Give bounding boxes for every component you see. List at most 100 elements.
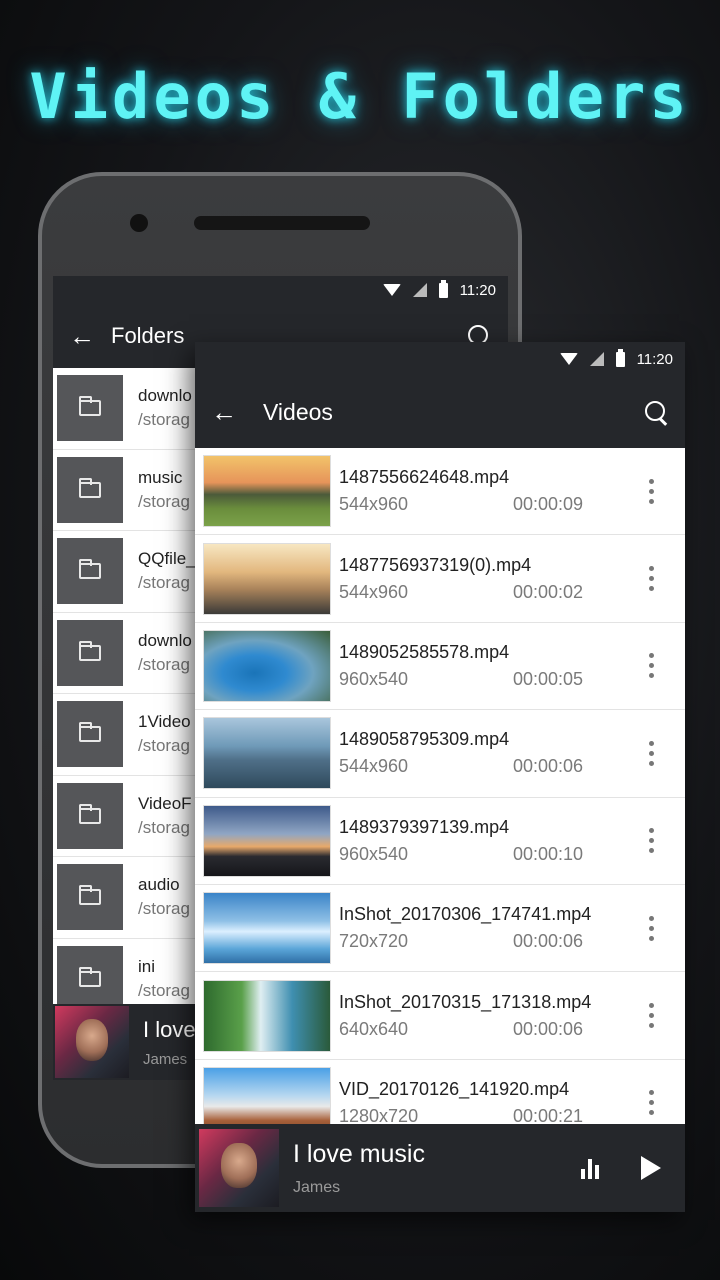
folder-icon bbox=[79, 396, 101, 417]
video-thumbnail bbox=[203, 542, 331, 615]
search-icon[interactable] bbox=[629, 392, 685, 432]
wifi-icon bbox=[382, 284, 401, 296]
folder-path: /storag bbox=[138, 491, 190, 511]
status-bar: 11:20 bbox=[195, 342, 685, 376]
video-resolution: 960x540 bbox=[339, 668, 409, 689]
folder-name: music bbox=[138, 467, 183, 487]
video-resolution: 544x960 bbox=[339, 494, 409, 515]
folder-name: VideoF bbox=[138, 793, 192, 813]
battery-icon bbox=[615, 348, 625, 367]
video-name: 1489379397139.mp4 bbox=[339, 816, 510, 837]
album-cover bbox=[55, 1006, 129, 1078]
status-time: 11:20 bbox=[636, 350, 673, 368]
video-resolution: 544x960 bbox=[339, 756, 409, 777]
folder-thumb bbox=[57, 375, 123, 442]
video-thumbnail bbox=[203, 892, 331, 965]
video-resolution: 720x720 bbox=[339, 931, 409, 952]
back-arrow-icon[interactable]: ← bbox=[195, 397, 253, 428]
video-thumbnail bbox=[203, 717, 331, 790]
phone-camera bbox=[130, 214, 148, 232]
mini-player[interactable]: I love music James bbox=[195, 1124, 685, 1212]
folder-path: /storag bbox=[138, 899, 190, 919]
video-duration: 00:00:06 bbox=[513, 1018, 584, 1039]
video-thumbnail bbox=[203, 629, 331, 702]
folder-thumb bbox=[57, 701, 123, 768]
player-artist: James bbox=[293, 1178, 341, 1196]
player-title: I love bbox=[143, 1016, 196, 1042]
video-item[interactable]: 1487556624648.mp4 544x960 00:00:09 bbox=[195, 448, 685, 536]
status-time: 11:20 bbox=[459, 281, 496, 299]
folder-name: ini bbox=[138, 956, 156, 976]
folder-icon bbox=[79, 640, 101, 661]
folder-path: /storag bbox=[138, 410, 190, 430]
folder-icon bbox=[79, 966, 101, 987]
phone-speaker bbox=[194, 216, 370, 230]
folder-icon bbox=[79, 803, 101, 824]
folder-thumb bbox=[57, 945, 123, 1012]
status-bar: 11:20 bbox=[53, 276, 508, 304]
page-title: Videos bbox=[263, 398, 333, 425]
promo-headline: Videos & Folders bbox=[29, 60, 691, 133]
album-cover bbox=[199, 1129, 279, 1207]
video-name: 1489052585578.mp4 bbox=[339, 641, 510, 662]
wifi-icon bbox=[559, 353, 578, 365]
video-duration: 00:00:09 bbox=[513, 494, 584, 515]
folder-icon bbox=[79, 885, 101, 906]
player-artist: James bbox=[143, 1050, 188, 1068]
more-vert-icon[interactable] bbox=[629, 566, 673, 592]
video-name: VID_20170126_141920.mp4 bbox=[339, 1078, 570, 1099]
folder-name: QQfile_ bbox=[138, 549, 196, 569]
video-thumbnail bbox=[203, 804, 331, 877]
video-item[interactable]: 1489052585578.mp4 960x540 00:00:05 bbox=[195, 623, 685, 711]
folder-path: /storag bbox=[138, 654, 190, 674]
folder-name: 1Video bbox=[138, 712, 191, 732]
video-thumbnail bbox=[203, 455, 331, 528]
folder-path: /storag bbox=[138, 736, 190, 756]
folder-path: /storag bbox=[138, 980, 190, 1000]
video-item[interactable]: 1489379397139.mp4 960x540 00:00:10 bbox=[195, 798, 685, 885]
back-arrow-icon[interactable]: ← bbox=[53, 321, 111, 352]
video-item[interactable]: 1487756937319(0).mp4 544x960 00:00:02 bbox=[195, 535, 685, 623]
more-vert-icon[interactable] bbox=[629, 1003, 673, 1029]
folder-name: downlo bbox=[138, 386, 192, 406]
video-list: 1487556624648.mp4 544x960 00:00:09 1487756… bbox=[195, 448, 685, 1148]
video-name: 1487556624648.mp4 bbox=[339, 467, 510, 488]
battery-icon bbox=[438, 279, 448, 298]
more-vert-icon[interactable] bbox=[629, 740, 673, 766]
more-vert-icon[interactable] bbox=[629, 1090, 673, 1116]
folder-icon bbox=[79, 477, 101, 498]
video-resolution: 640x640 bbox=[339, 1018, 409, 1039]
folder-thumb bbox=[57, 456, 123, 523]
video-duration: 00:00:06 bbox=[513, 756, 584, 777]
folder-icon bbox=[79, 559, 101, 580]
signal-icon bbox=[589, 352, 604, 366]
folder-path: /storag bbox=[138, 817, 190, 837]
video-resolution: 544x960 bbox=[339, 581, 409, 602]
video-duration: 00:00:10 bbox=[513, 843, 584, 864]
video-resolution: 960x540 bbox=[339, 843, 409, 864]
video-duration: 00:00:02 bbox=[513, 581, 584, 602]
video-name: 1487756937319(0).mp4 bbox=[339, 554, 532, 575]
more-vert-icon[interactable] bbox=[629, 828, 673, 854]
video-item[interactable]: 1489058795309.mp4 544x960 00:00:06 bbox=[195, 710, 685, 798]
folder-icon bbox=[79, 722, 101, 743]
video-name: InShot_20170315_171318.mp4 bbox=[339, 991, 592, 1012]
video-item[interactable]: InShot_20170315_171318.mp4 640x640 00:00:0… bbox=[195, 972, 685, 1060]
more-vert-icon[interactable] bbox=[629, 653, 673, 679]
folder-name: audio bbox=[138, 875, 180, 895]
video-name: 1489058795309.mp4 bbox=[339, 729, 510, 750]
folder-path: /storag bbox=[138, 573, 190, 593]
more-vert-icon[interactable] bbox=[629, 478, 673, 504]
signal-icon bbox=[412, 283, 427, 297]
more-vert-icon[interactable] bbox=[629, 915, 673, 941]
video-duration: 00:00:06 bbox=[513, 931, 584, 952]
video-duration: 00:00:05 bbox=[513, 668, 584, 689]
equalizer-icon[interactable] bbox=[581, 1157, 607, 1179]
folder-thumb bbox=[57, 864, 123, 931]
video-thumbnail bbox=[203, 979, 331, 1052]
videos-app-bar: ← Videos bbox=[195, 376, 685, 448]
folder-thumb bbox=[57, 538, 123, 605]
videos-screen: 11:20 ← Videos 1487556624648.mp4 544x960 0… bbox=[195, 342, 685, 1212]
play-icon[interactable] bbox=[641, 1156, 661, 1180]
video-item[interactable]: InShot_20170306_174741.mp4 720x720 00:00:0… bbox=[195, 885, 685, 973]
